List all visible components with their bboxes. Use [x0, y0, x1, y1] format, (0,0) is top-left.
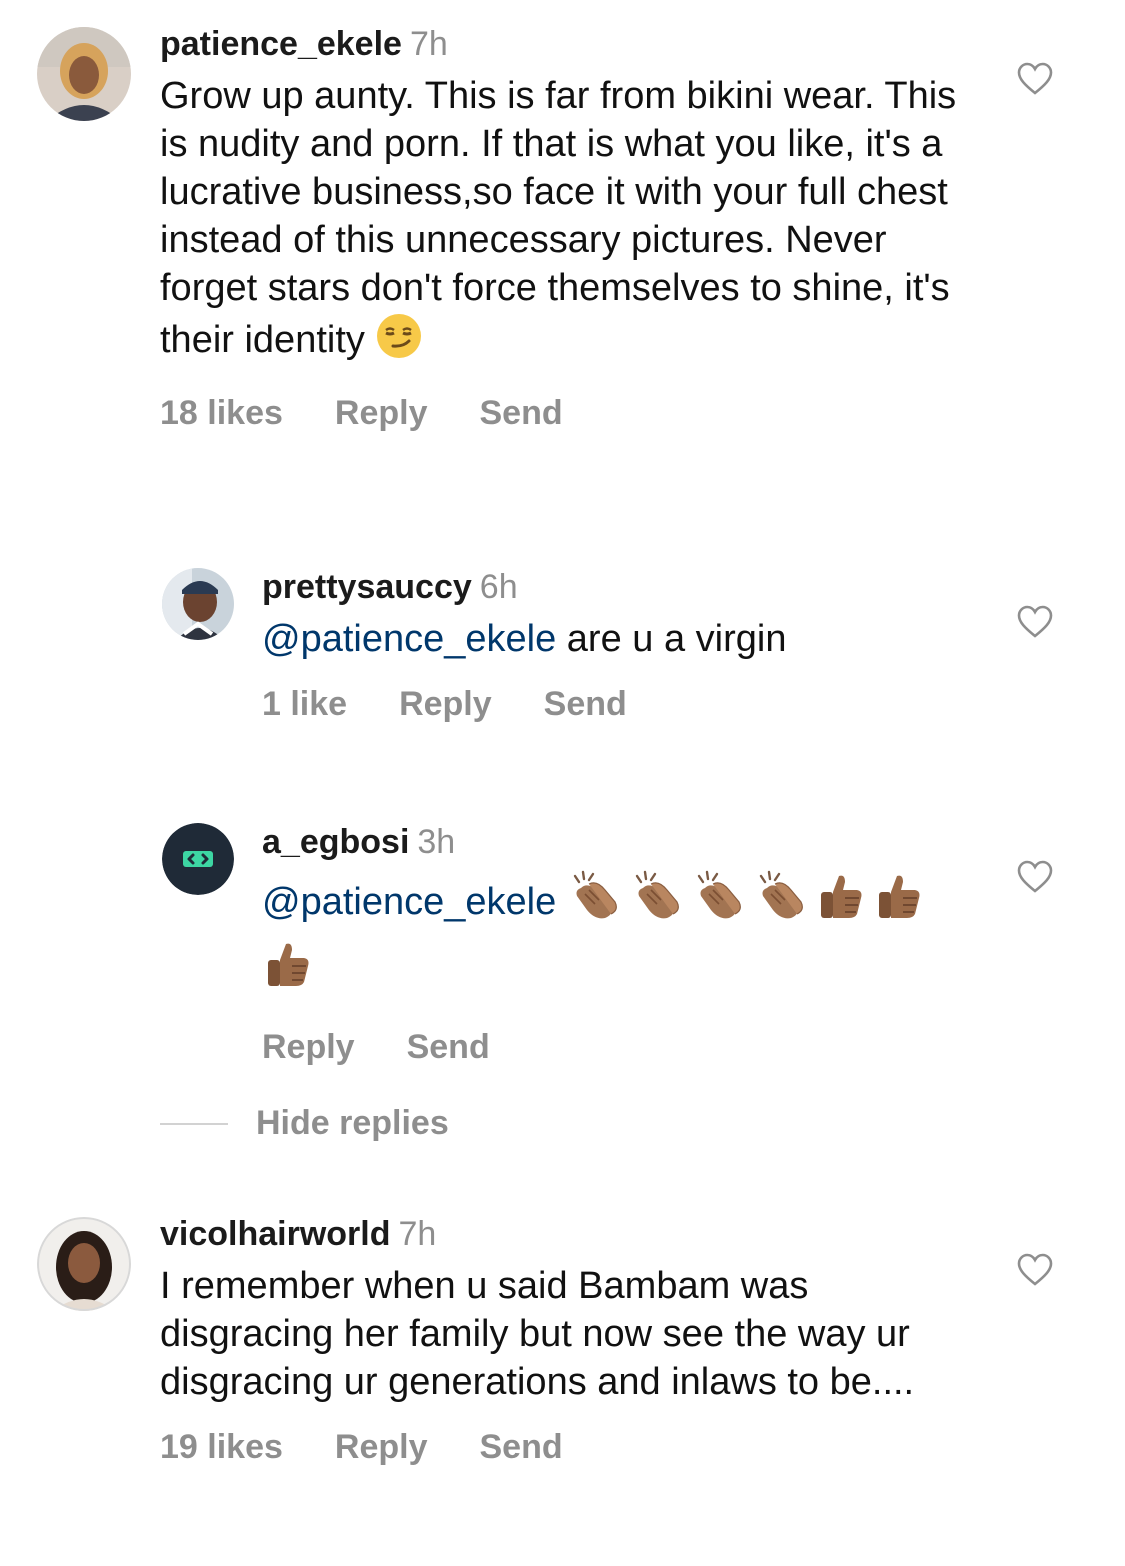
timestamp: 7h	[398, 1215, 437, 1253]
timestamp: 6h	[479, 568, 518, 606]
reply-button[interactable]: Reply	[335, 394, 428, 433]
heart-icon[interactable]	[1017, 62, 1053, 96]
comments-page: patience_ekele 7h Grow up aunty. This is …	[0, 0, 1125, 1566]
mention-link[interactable]: @patience_ekele	[262, 618, 556, 660]
comment-text: @patience_ekele	[262, 870, 965, 1006]
heart-icon[interactable]	[1017, 605, 1053, 639]
avatar[interactable]	[162, 823, 234, 895]
clapping-hands-icon	[691, 870, 747, 938]
clapping-hands-icon	[753, 870, 809, 938]
username[interactable]: vicolhairworld	[160, 1215, 391, 1253]
timestamp: 3h	[417, 823, 456, 861]
reply-button[interactable]: Reply	[399, 685, 492, 724]
comment-text: I remember when u said Bambam was disgra…	[160, 1265, 915, 1403]
divider	[160, 1122, 228, 1125]
username[interactable]: patience_ekele	[160, 25, 402, 63]
send-button[interactable]: Send	[544, 685, 627, 724]
send-button[interactable]: Send	[407, 1028, 490, 1067]
comment-text: Grow up aunty. This is far from bikini w…	[160, 72, 965, 372]
username[interactable]: a_egbosi	[262, 823, 409, 861]
heart-icon[interactable]	[1017, 860, 1053, 894]
thumbs-up-icon	[873, 870, 925, 938]
avatar[interactable]	[37, 27, 131, 121]
hide-replies-row: Hide replies	[160, 1104, 449, 1143]
likes-count[interactable]: 18 likes	[160, 394, 283, 433]
clapping-hands-icon	[629, 870, 685, 938]
avatar[interactable]	[162, 568, 234, 640]
thumbs-up-icon	[262, 938, 314, 1006]
avatar[interactable]	[37, 1217, 131, 1311]
thumbs-up-icon	[815, 870, 867, 938]
send-button[interactable]: Send	[479, 394, 562, 433]
clapping-hands-icon	[567, 870, 623, 938]
reply-button[interactable]: Reply	[335, 1428, 428, 1467]
timestamp: 7h	[409, 25, 448, 63]
username[interactable]: prettysauccy	[262, 568, 472, 606]
heart-icon[interactable]	[1017, 1253, 1053, 1287]
mention-link[interactable]: @patience_ekele	[262, 881, 556, 923]
likes-count[interactable]: 1 like	[262, 685, 347, 724]
send-button[interactable]: Send	[479, 1428, 562, 1467]
comment-text: @patience_ekele are u a virgin	[262, 618, 787, 660]
reply-button[interactable]: Reply	[262, 1028, 355, 1067]
hide-replies-button[interactable]: Hide replies	[256, 1104, 449, 1143]
likes-count[interactable]: 19 likes	[160, 1428, 283, 1467]
smirking-face-icon	[375, 312, 423, 372]
